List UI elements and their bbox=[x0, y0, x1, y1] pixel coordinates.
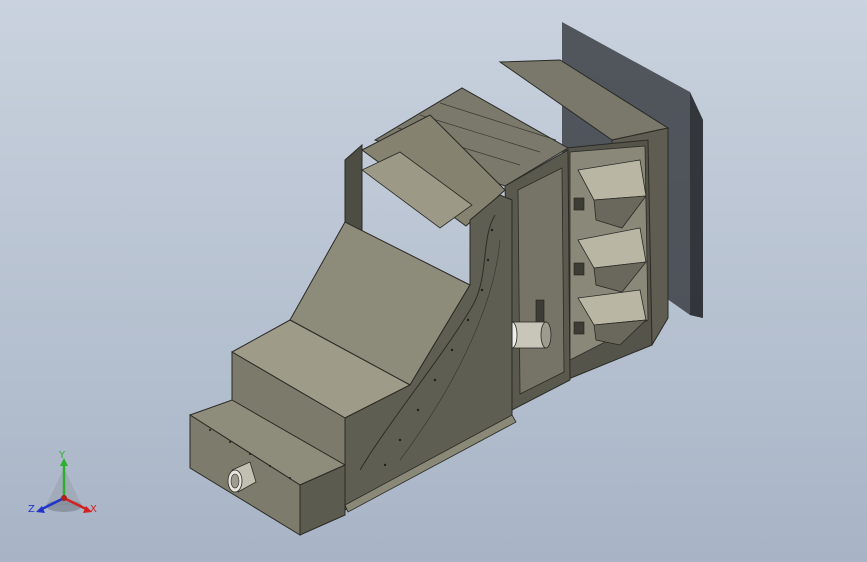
x-axis-label: X bbox=[90, 504, 97, 515]
cad-model[interactable] bbox=[0, 0, 867, 562]
graphics-viewport[interactable]: Y Z X bbox=[0, 0, 867, 562]
triad-base bbox=[46, 500, 82, 512]
model-shadow-edge bbox=[690, 92, 703, 318]
z-axis-label: Z bbox=[28, 504, 35, 515]
y-axis-label: Y bbox=[59, 450, 66, 461]
middle-bay-panel bbox=[517, 167, 565, 395]
view-orientation-triad[interactable]: Y Z X bbox=[26, 448, 106, 524]
motor-cylinder bbox=[506, 321, 552, 349]
triad-origin bbox=[61, 495, 67, 501]
